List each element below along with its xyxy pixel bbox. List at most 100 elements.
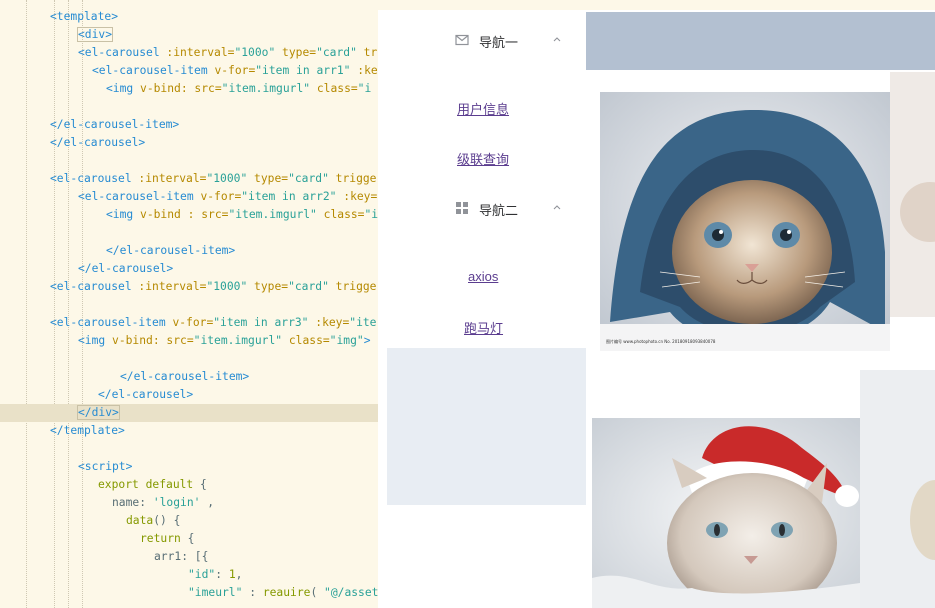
code-token: "id" <box>188 568 216 581</box>
code-token: :key= <box>336 190 378 203</box>
code-editor[interactable]: <template> <div> <el-carousel :interval="1… <box>0 0 378 608</box>
carousel-side-card[interactable] <box>890 72 935 317</box>
carousel-side-card[interactable] <box>860 370 935 608</box>
code-token: <div> <box>76 27 114 42</box>
code-line: <img v-bind : src="item.imgurl" class="i <box>0 206 378 224</box>
carousel-card-kitten[interactable]: 图片编号 www.photophoto.cn No. 2018091809384… <box>600 92 890 351</box>
code-token: tr <box>356 46 378 59</box>
chevron-up-icon <box>552 200 562 210</box>
sidebar: 导航一 用户信息 级联查询 导航二 axios 跑马灯 <box>387 12 586 505</box>
mail-icon <box>455 33 469 47</box>
code-token: </el-carousel> <box>78 262 174 275</box>
chevron-up-icon <box>552 32 562 42</box>
code-token: </el-carousel> <box>98 388 194 401</box>
code-line: <el-carousel-item v-for="item in arr1" :… <box>0 62 378 80</box>
code-token: type= <box>247 280 289 293</box>
code-token: "i <box>357 82 372 95</box>
code-token: type= <box>247 172 289 185</box>
code-token: <el-carousel <box>50 172 139 185</box>
code-token: return <box>140 532 181 545</box>
code-line: export default { <box>0 476 378 494</box>
carousel-card-santa-cat[interactable] <box>592 418 860 608</box>
editor-top-strip <box>378 0 935 10</box>
code-token: </el-carousel-item> <box>106 244 236 257</box>
code-token: name: <box>112 496 153 509</box>
code-line: <div> <box>0 26 378 44</box>
code-token: "@/asset <box>324 586 378 599</box>
code-line: "id": 1, <box>0 566 378 584</box>
code-token: "item in arr2" <box>241 190 337 203</box>
code-token: </el-carousel-item> <box>120 370 250 383</box>
code-token: "imeurl" <box>188 586 243 599</box>
submenu-nav-2[interactable]: 导航二 <box>387 193 586 223</box>
code-token: "item in arr3" <box>213 316 309 329</box>
code-token: :interval= <box>138 280 207 293</box>
code-token: "item in arr1" <box>255 64 351 77</box>
code-token: :interval= <box>138 172 207 185</box>
code-line: <el-carousel-item v-for="item in arr3" :… <box>0 314 378 332</box>
code-token: ( <box>310 586 325 599</box>
code-token: </template> <box>50 424 125 437</box>
code-line: <img v-bind: src="item.imgurl" class="im… <box>0 332 378 350</box>
code-line: </el-carousel> <box>0 386 378 404</box>
code-line: return { <box>0 530 378 548</box>
code-line: </template> <box>0 422 378 440</box>
nav-menu: 导航一 用户信息 级联查询 导航二 axios 跑马灯 <box>387 12 586 348</box>
code-token: v-for= <box>214 64 256 77</box>
submenu-nav-1[interactable]: 导航一 <box>387 25 586 55</box>
text-cursor <box>118 406 120 420</box>
code-token: v-for= <box>200 190 242 203</box>
code-token: <el-carousel <box>78 46 167 59</box>
menu-item-user-info[interactable]: 用户信息 <box>457 99 509 118</box>
code-token: { <box>180 532 195 545</box>
code-token: "img" <box>329 334 364 347</box>
menu-item-axios[interactable]: axios <box>468 269 498 284</box>
code-token: class= <box>282 334 330 347</box>
code-token: <el-carousel-item <box>50 316 173 329</box>
submenu-nav-1-label: 导航一 <box>479 35 519 50</box>
menu-item-cascade-query[interactable]: 级联查询 <box>457 149 509 168</box>
code-token: :interval= <box>166 46 235 59</box>
code-token: <template> <box>50 10 119 23</box>
code-line: </el-carousel-item> <box>0 116 378 134</box>
code-token: "item.imgurl" <box>221 82 311 95</box>
code-line: <img v-bind: src="item.imgurl" class="i <box>0 80 378 98</box>
code-token: "100o" <box>234 46 276 59</box>
code-token: v-bind : src= <box>140 208 229 221</box>
code-line: </el-carousel> <box>0 134 378 152</box>
photo-caption: 图片编号 www.photophoto.cn No. 2018091809384… <box>606 339 716 344</box>
code-line: <el-carousel :interval="100o" type="card… <box>0 44 378 62</box>
code-line: <el-carousel :interval="1000" type="card… <box>0 278 378 296</box>
code-token: "1000" <box>206 280 248 293</box>
menu-item-marquee[interactable]: 跑马灯 <box>464 318 503 337</box>
code-line: <el-carousel-item v-for="item in arr2" :… <box>0 188 378 206</box>
code-token: <img <box>78 334 113 347</box>
code-token: "ite <box>349 316 377 329</box>
code-token: "card" <box>288 280 329 293</box>
code-token: : <box>242 586 263 599</box>
code-token: export default <box>98 478 194 491</box>
code-line: </el-carousel> <box>0 260 378 278</box>
code-line: <template> <box>0 8 378 26</box>
code-token: 'login' <box>152 496 201 509</box>
code-token: { <box>193 478 207 491</box>
code-token: class= <box>310 82 358 95</box>
code-token: "1000" <box>206 172 248 185</box>
code-token: <img <box>106 82 141 95</box>
code-line: </div> <box>0 404 378 422</box>
code-token: 1 <box>228 568 236 581</box>
code-token: "i <box>364 208 378 221</box>
code-token: arr1: [{ <box>154 550 209 563</box>
code-token: "item.imgurl" <box>193 334 283 347</box>
code-token: <script> <box>78 460 133 473</box>
code-token: trigge <box>328 172 377 185</box>
code-token: "item.imgurl" <box>228 208 317 221</box>
code-token: :ke <box>350 64 378 77</box>
main-header <box>586 12 935 70</box>
code-token: <img <box>106 208 141 221</box>
